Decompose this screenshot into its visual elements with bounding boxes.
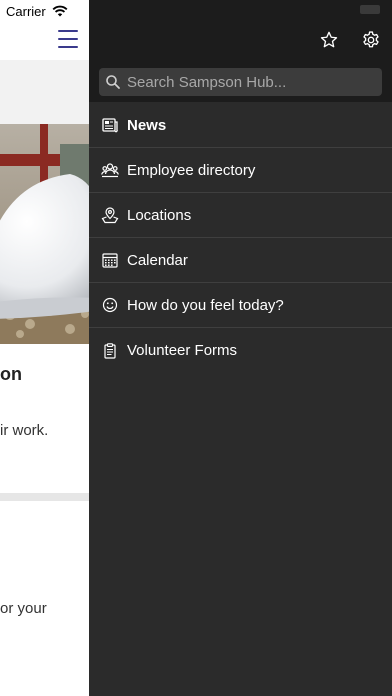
menu-item-volunteer-forms[interactable]: Volunteer Forms [89,328,392,373]
status-bar: Carrier [6,2,68,20]
menu-item-feedback[interactable]: How do you feel today? [89,283,392,328]
side-drawer: News Employee directory [89,0,392,696]
star-icon[interactable] [319,30,339,50]
menu-item-locations[interactable]: Locations [89,193,392,238]
people-icon [101,161,119,179]
map-pin-icon [101,206,119,224]
article-title[interactable]: on [0,364,22,385]
search-input[interactable] [121,68,382,96]
drawer-menu: News Employee directory Locations Calend… [89,103,392,373]
menu-item-label: Volunteer Forms [127,342,238,359]
search-field[interactable] [99,68,382,96]
menu-icon[interactable] [58,30,78,48]
article-summary: ir work. [0,422,49,439]
menu-item-label: How do you feel today? [127,296,284,314]
menu-item-label: Locations [127,206,192,224]
carrier-label: Carrier [6,3,46,19]
menu-item-employee-directory[interactable]: Employee directory [89,148,392,193]
article-summary-2: or your [0,600,47,617]
menu-item-label: Calendar [127,251,188,269]
menu-item-label: Employee directory [127,161,256,179]
clipboard-icon [101,342,119,360]
menu-item-calendar[interactable]: Calendar [89,238,392,283]
search-icon [106,75,120,89]
drawer-header [89,0,392,102]
menu-item-label: News [127,116,167,134]
menu-item-news[interactable]: News [89,103,392,148]
news-icon [101,116,119,134]
battery-icon [360,5,380,14]
wifi-icon [52,5,68,17]
calendar-icon [101,251,119,269]
smiley-icon [101,296,119,314]
gear-icon[interactable] [361,30,381,50]
